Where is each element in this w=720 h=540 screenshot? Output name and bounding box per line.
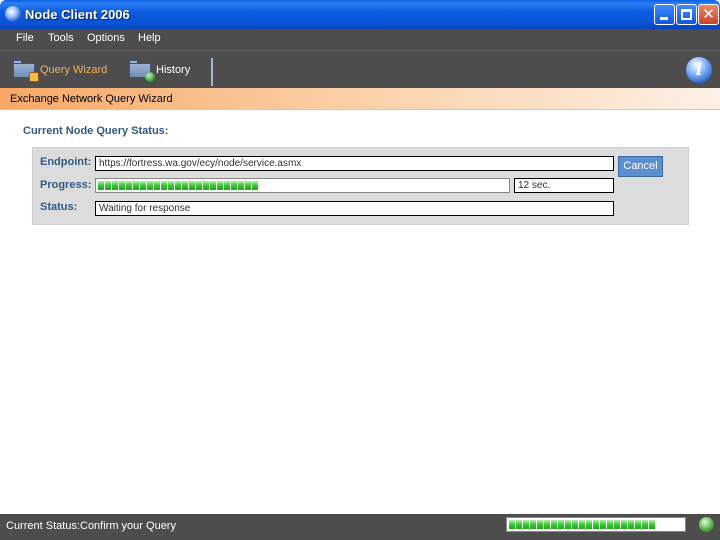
info-icon[interactable]: i (686, 57, 712, 83)
progress-segment (565, 520, 571, 529)
progress-segment (530, 520, 536, 529)
query-wizard-button[interactable]: Query Wizard (12, 59, 112, 83)
elapsed-time-field: 12 sec. (514, 178, 614, 193)
toolbar: Query Wizard History (0, 50, 720, 88)
progress-segment (551, 520, 557, 529)
status-bar-label: Current Status: (6, 520, 80, 532)
progress-label: Progress: (40, 179, 92, 191)
progress-segment (147, 181, 153, 190)
status-label: Status: (40, 201, 78, 213)
progress-segment (133, 181, 139, 190)
progress-segment (537, 520, 543, 529)
status-field: Waiting for response (95, 201, 614, 216)
globe-icon (699, 517, 714, 532)
progress-segment (98, 181, 104, 190)
progress-segment (154, 181, 160, 190)
progress-segment (245, 181, 251, 190)
progress-segment (572, 520, 578, 529)
menu-file[interactable]: File (16, 32, 34, 44)
query-progress-fill (98, 181, 507, 190)
endpoint-field[interactable]: https://fortress.wa.gov/ecy/node/service… (95, 156, 614, 171)
query-progress-bar (95, 178, 510, 193)
folder-globe-icon (128, 59, 155, 82)
app-globe-icon (5, 6, 21, 22)
progress-segment (621, 520, 627, 529)
wizard-header: Exchange Network Query Wizard (0, 88, 720, 110)
status-progress-bar (506, 517, 686, 532)
progress-segment (649, 520, 655, 529)
progress-segment (642, 520, 648, 529)
endpoint-label: Endpoint: (40, 156, 92, 168)
progress-segment (523, 520, 529, 529)
close-button[interactable]: ✕ (698, 4, 719, 25)
progress-segment (252, 181, 258, 190)
toolbar-separator (211, 58, 213, 86)
progress-segment (238, 181, 244, 190)
progress-segment (217, 181, 223, 190)
minimize-button[interactable] (654, 4, 675, 25)
maximize-icon (681, 9, 692, 20)
progress-segment (558, 520, 564, 529)
progress-segment (210, 181, 216, 190)
history-label: History (156, 64, 191, 76)
progress-segment (140, 181, 146, 190)
cancel-button[interactable]: Cancel (618, 156, 663, 177)
progress-segment (105, 181, 111, 190)
maximize-button[interactable] (676, 4, 697, 25)
window-title: Node Client 2006 (25, 7, 130, 22)
progress-segment (614, 520, 620, 529)
progress-segment (593, 520, 599, 529)
progress-segment (607, 520, 613, 529)
progress-segment (119, 181, 125, 190)
progress-segment (224, 181, 230, 190)
folder-document-icon (12, 59, 39, 82)
progress-segment (600, 520, 606, 529)
progress-segment (168, 181, 174, 190)
section-title: Current Node Query Status: (23, 125, 169, 137)
progress-segment (579, 520, 585, 529)
progress-segment (516, 520, 522, 529)
progress-segment (126, 181, 132, 190)
title-bar: Node Client 2006 ✕ (0, 0, 720, 29)
menu-bar: File Tools Options Help (0, 29, 720, 50)
wizard-title: Exchange Network Query Wizard (10, 93, 173, 105)
progress-segment (189, 181, 195, 190)
status-progress-fill (509, 520, 683, 529)
progress-segment (628, 520, 634, 529)
progress-segment (544, 520, 550, 529)
progress-segment (182, 181, 188, 190)
menu-options[interactable]: Options (87, 32, 125, 44)
close-icon: ✕ (702, 6, 715, 23)
progress-segment (509, 520, 515, 529)
progress-segment (203, 181, 209, 190)
progress-segment (635, 520, 641, 529)
status-bar-value: Confirm your Query (80, 520, 176, 532)
progress-segment (112, 181, 118, 190)
query-wizard-label: Query Wizard (40, 64, 108, 76)
progress-segment (586, 520, 592, 529)
progress-segment (196, 181, 202, 190)
history-button[interactable]: History (128, 59, 198, 83)
menu-help[interactable]: Help (138, 32, 161, 44)
menu-tools[interactable]: Tools (48, 32, 74, 44)
progress-segment (175, 181, 181, 190)
progress-segment (231, 181, 237, 190)
progress-segment (161, 181, 167, 190)
minimize-icon (660, 17, 668, 20)
